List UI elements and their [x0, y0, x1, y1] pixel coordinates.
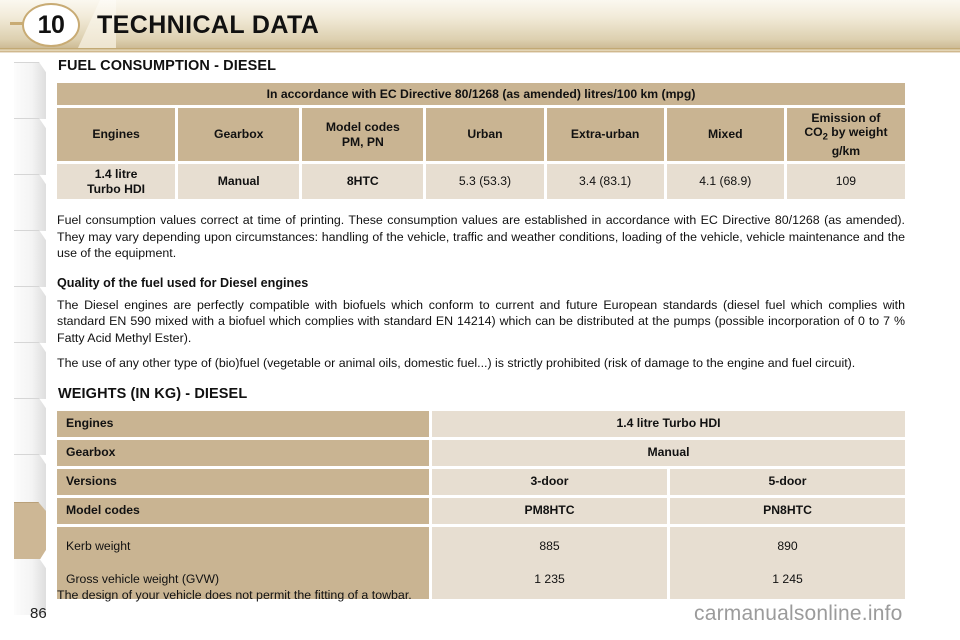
cell-model-code: 8HTC [302, 164, 424, 199]
model-codes-line2: PM, PN [341, 134, 384, 149]
weights-table: Engines 1.4 litre Turbo HDI Gearbox Manu… [57, 410, 905, 599]
header-rule [0, 48, 960, 53]
table-row: In accordance with EC Directive 80/1268 … [57, 83, 905, 105]
table-row: Model codes PM8HTC PN8HTC [57, 497, 905, 524]
chapter-tab-strip [14, 62, 46, 615]
row-header-model-codes: Model codes [57, 497, 429, 524]
cell-gearbox: Manual [178, 164, 300, 199]
sidebar-tab-1[interactable] [14, 62, 46, 119]
co2-line2-post: by weight [827, 125, 888, 140]
cell-weights-3-door: 885 1 235 [432, 526, 667, 599]
weights-section-title: WEIGHTS (IN KG) - DIESEL [58, 385, 248, 402]
cell-co2-value: 109 [786, 164, 905, 199]
cell-mixed-value: 4.1 (68.9) [666, 164, 784, 199]
co2-line2-pre: CO [804, 125, 823, 140]
cell-kerb-weight-5-door: 890 [777, 538, 798, 553]
column-header-gearbox: Gearbox [178, 108, 300, 161]
towbar-footnote: The design of your vehicle does not perm… [57, 588, 412, 602]
table-row: Gearbox Manual [57, 439, 905, 466]
row-header-gross-vehicle-weight: Gross vehicle weight (GVW) [66, 571, 220, 586]
cell-kerb-weight-3-door: 885 [539, 538, 560, 553]
sidebar-tab-2[interactable] [14, 118, 46, 175]
table-row: Engines Gearbox Model codes PM, PN Urban… [57, 108, 905, 161]
cell-engine-name: 1.4 litre Turbo HDI [57, 164, 176, 199]
cell-extra-urban-value: 3.4 (83.1) [546, 164, 664, 199]
table-row: Versions 3-door 5-door [57, 468, 905, 495]
model-codes-line1: Model codes [325, 119, 400, 134]
column-header-model-codes: Model codes PM, PN [302, 108, 424, 161]
chapter-number-badge: 10 [22, 3, 80, 47]
co2-line3: g/km [831, 143, 861, 158]
column-header-urban: Urban [426, 108, 544, 161]
fuel-consumption-note: Fuel consumption values correct at time … [57, 213, 905, 260]
table-row: 1.4 litre Turbo HDI Manual 8HTC 5.3 (53.… [57, 164, 905, 199]
row-header-versions: Versions [57, 468, 429, 495]
fuel-quality-heading: Quality of the fuel used for Diesel engi… [57, 275, 309, 290]
page-title: TECHNICAL DATA [97, 11, 320, 39]
cell-urban-value: 5.3 (53.3) [426, 164, 544, 199]
fuel-consumption-section-title: FUEL CONSUMPTION - DIESEL [58, 58, 277, 74]
row-header-gearbox: Gearbox [57, 439, 429, 466]
fuel-quality-paragraph-2: The use of any other type of (bio)fuel (… [57, 356, 856, 370]
sidebar-tab-5[interactable] [14, 286, 46, 343]
row-header-engines: Engines [57, 410, 429, 437]
fuel-consumption-table: In accordance with EC Directive 80/1268 … [57, 83, 905, 199]
co2-line1: Emission of [811, 110, 881, 125]
sidebar-tab-6[interactable] [14, 342, 46, 399]
column-header-engines: Engines [57, 108, 176, 161]
page-content: FUEL CONSUMPTION - DIESEL In accordance … [57, 58, 905, 599]
sidebar-tab-active-chapter-10[interactable] [14, 502, 46, 559]
cell-engines-value: 1.4 litre Turbo HDI [432, 410, 905, 437]
page-number: 86 [30, 605, 47, 622]
table-row: Engines 1.4 litre Turbo HDI [57, 410, 905, 437]
column-header-extra-urban: Extra-urban [546, 108, 664, 161]
fuel-quality-paragraph-1: The Diesel engines are perfectly compati… [57, 297, 905, 345]
cell-version-5-door: 5-door [670, 468, 905, 495]
cell-gvw-3-door: 1 235 [534, 571, 565, 586]
cell-weights-5-door: 890 1 245 [670, 526, 905, 599]
fuel-table-caption: In accordance with EC Directive 80/1268 … [57, 83, 905, 105]
column-header-mixed: Mixed [666, 108, 784, 161]
watermark: carmanualsonline.info [694, 602, 903, 625]
engine-line1: 1.4 litre [94, 166, 138, 181]
sidebar-tab-7[interactable] [14, 398, 46, 455]
row-header-kerb-weight: Kerb weight [66, 538, 131, 553]
cell-model-code-5-door: PN8HTC [670, 497, 905, 524]
sidebar-tab-4[interactable] [14, 230, 46, 287]
cell-gearbox-value: Manual [432, 439, 905, 466]
sidebar-tab-3[interactable] [14, 174, 46, 231]
cell-gvw-5-door: 1 245 [772, 571, 803, 586]
column-header-co2-emission: Emission of CO2 by weight g/km [786, 108, 905, 161]
engine-line2: Turbo HDI [87, 181, 146, 196]
cell-version-3-door: 3-door [432, 468, 667, 495]
cell-model-code-3-door: PM8HTC [432, 497, 667, 524]
